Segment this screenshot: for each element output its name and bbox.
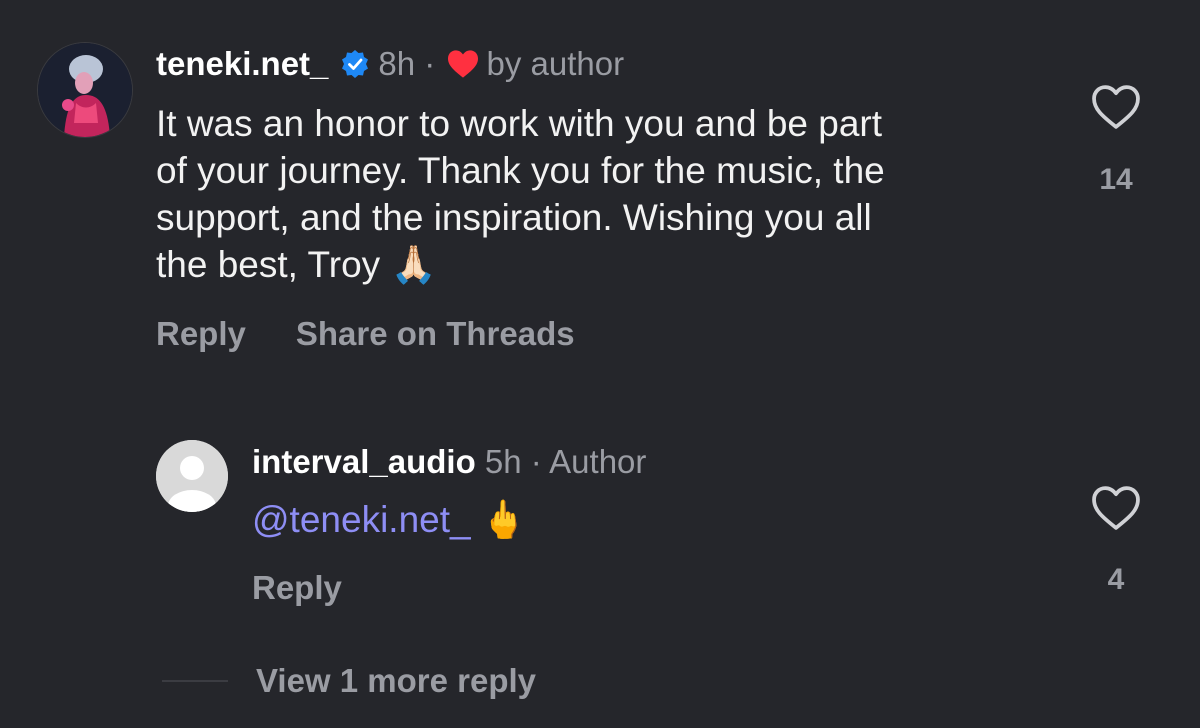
reply-header: interval_audio 5h · Author [252, 440, 646, 484]
reply-text: @teneki.net_ 🖕 [252, 495, 527, 545]
comment-text-line: the best, Troy 🙏🏻 [156, 241, 1056, 288]
view-more-replies-button[interactable]: View 1 more reply [256, 660, 536, 702]
comment-header: teneki.net_ 8h · by author [156, 42, 624, 90]
reply-like-button[interactable] [1090, 485, 1142, 536]
default-avatar-icon [156, 440, 228, 512]
comment-text: It was an honor to work with you and be … [156, 100, 1056, 288]
like-count: 14 [1099, 163, 1133, 196]
thread-divider [162, 680, 228, 682]
reply-avatar[interactable] [156, 440, 228, 512]
liked-by-author-label: by author [486, 45, 625, 82]
comment-text-line: of your journey. Thank you for the music… [156, 150, 885, 191]
comment-time: 8h [378, 45, 416, 82]
avatar[interactable] [37, 42, 133, 138]
reply-time: 5h [484, 443, 522, 480]
share-on-threads-button[interactable]: Share on Threads [296, 313, 575, 355]
separator-dot: · [424, 45, 436, 82]
reply-button[interactable]: Reply [156, 313, 246, 355]
reply-actions: Reply [252, 567, 342, 609]
like-button[interactable] [1090, 84, 1142, 135]
comment-text-line-end: the best, Troy [156, 244, 381, 285]
username[interactable]: teneki.net_ [156, 45, 328, 82]
comment-actions: Reply Share on Threads [156, 313, 625, 355]
mention-link[interactable]: @teneki.net_ [252, 499, 471, 540]
comment-text-line: It was an honor to work with you and be … [156, 103, 883, 144]
profile-photo [38, 43, 132, 137]
separator-dot: · [530, 443, 542, 480]
comment-text-line: support, and the inspiration. Wishing yo… [156, 197, 872, 238]
verified-badge-icon [340, 46, 370, 90]
heart-outline-icon [1092, 486, 1140, 530]
reply-username[interactable]: interval_audio [252, 443, 476, 480]
heart-outline-icon [1092, 85, 1140, 129]
author-liked-heart-icon [446, 46, 480, 90]
author-label: Author [549, 443, 647, 480]
reply-reply-button[interactable]: Reply [252, 569, 342, 606]
praying-hands-emoji: 🙏🏻 [390, 243, 437, 286]
reply-like-count: 4 [1107, 563, 1125, 596]
middle-finger-emoji: 🖕 [480, 498, 527, 541]
